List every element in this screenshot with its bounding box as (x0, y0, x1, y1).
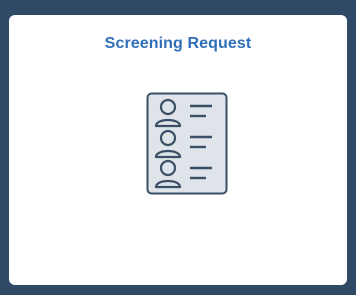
screening-request-tile[interactable]: Screening Request (9, 15, 347, 285)
tile-title: Screening Request (104, 35, 252, 52)
person-list-document-icon (146, 92, 228, 195)
